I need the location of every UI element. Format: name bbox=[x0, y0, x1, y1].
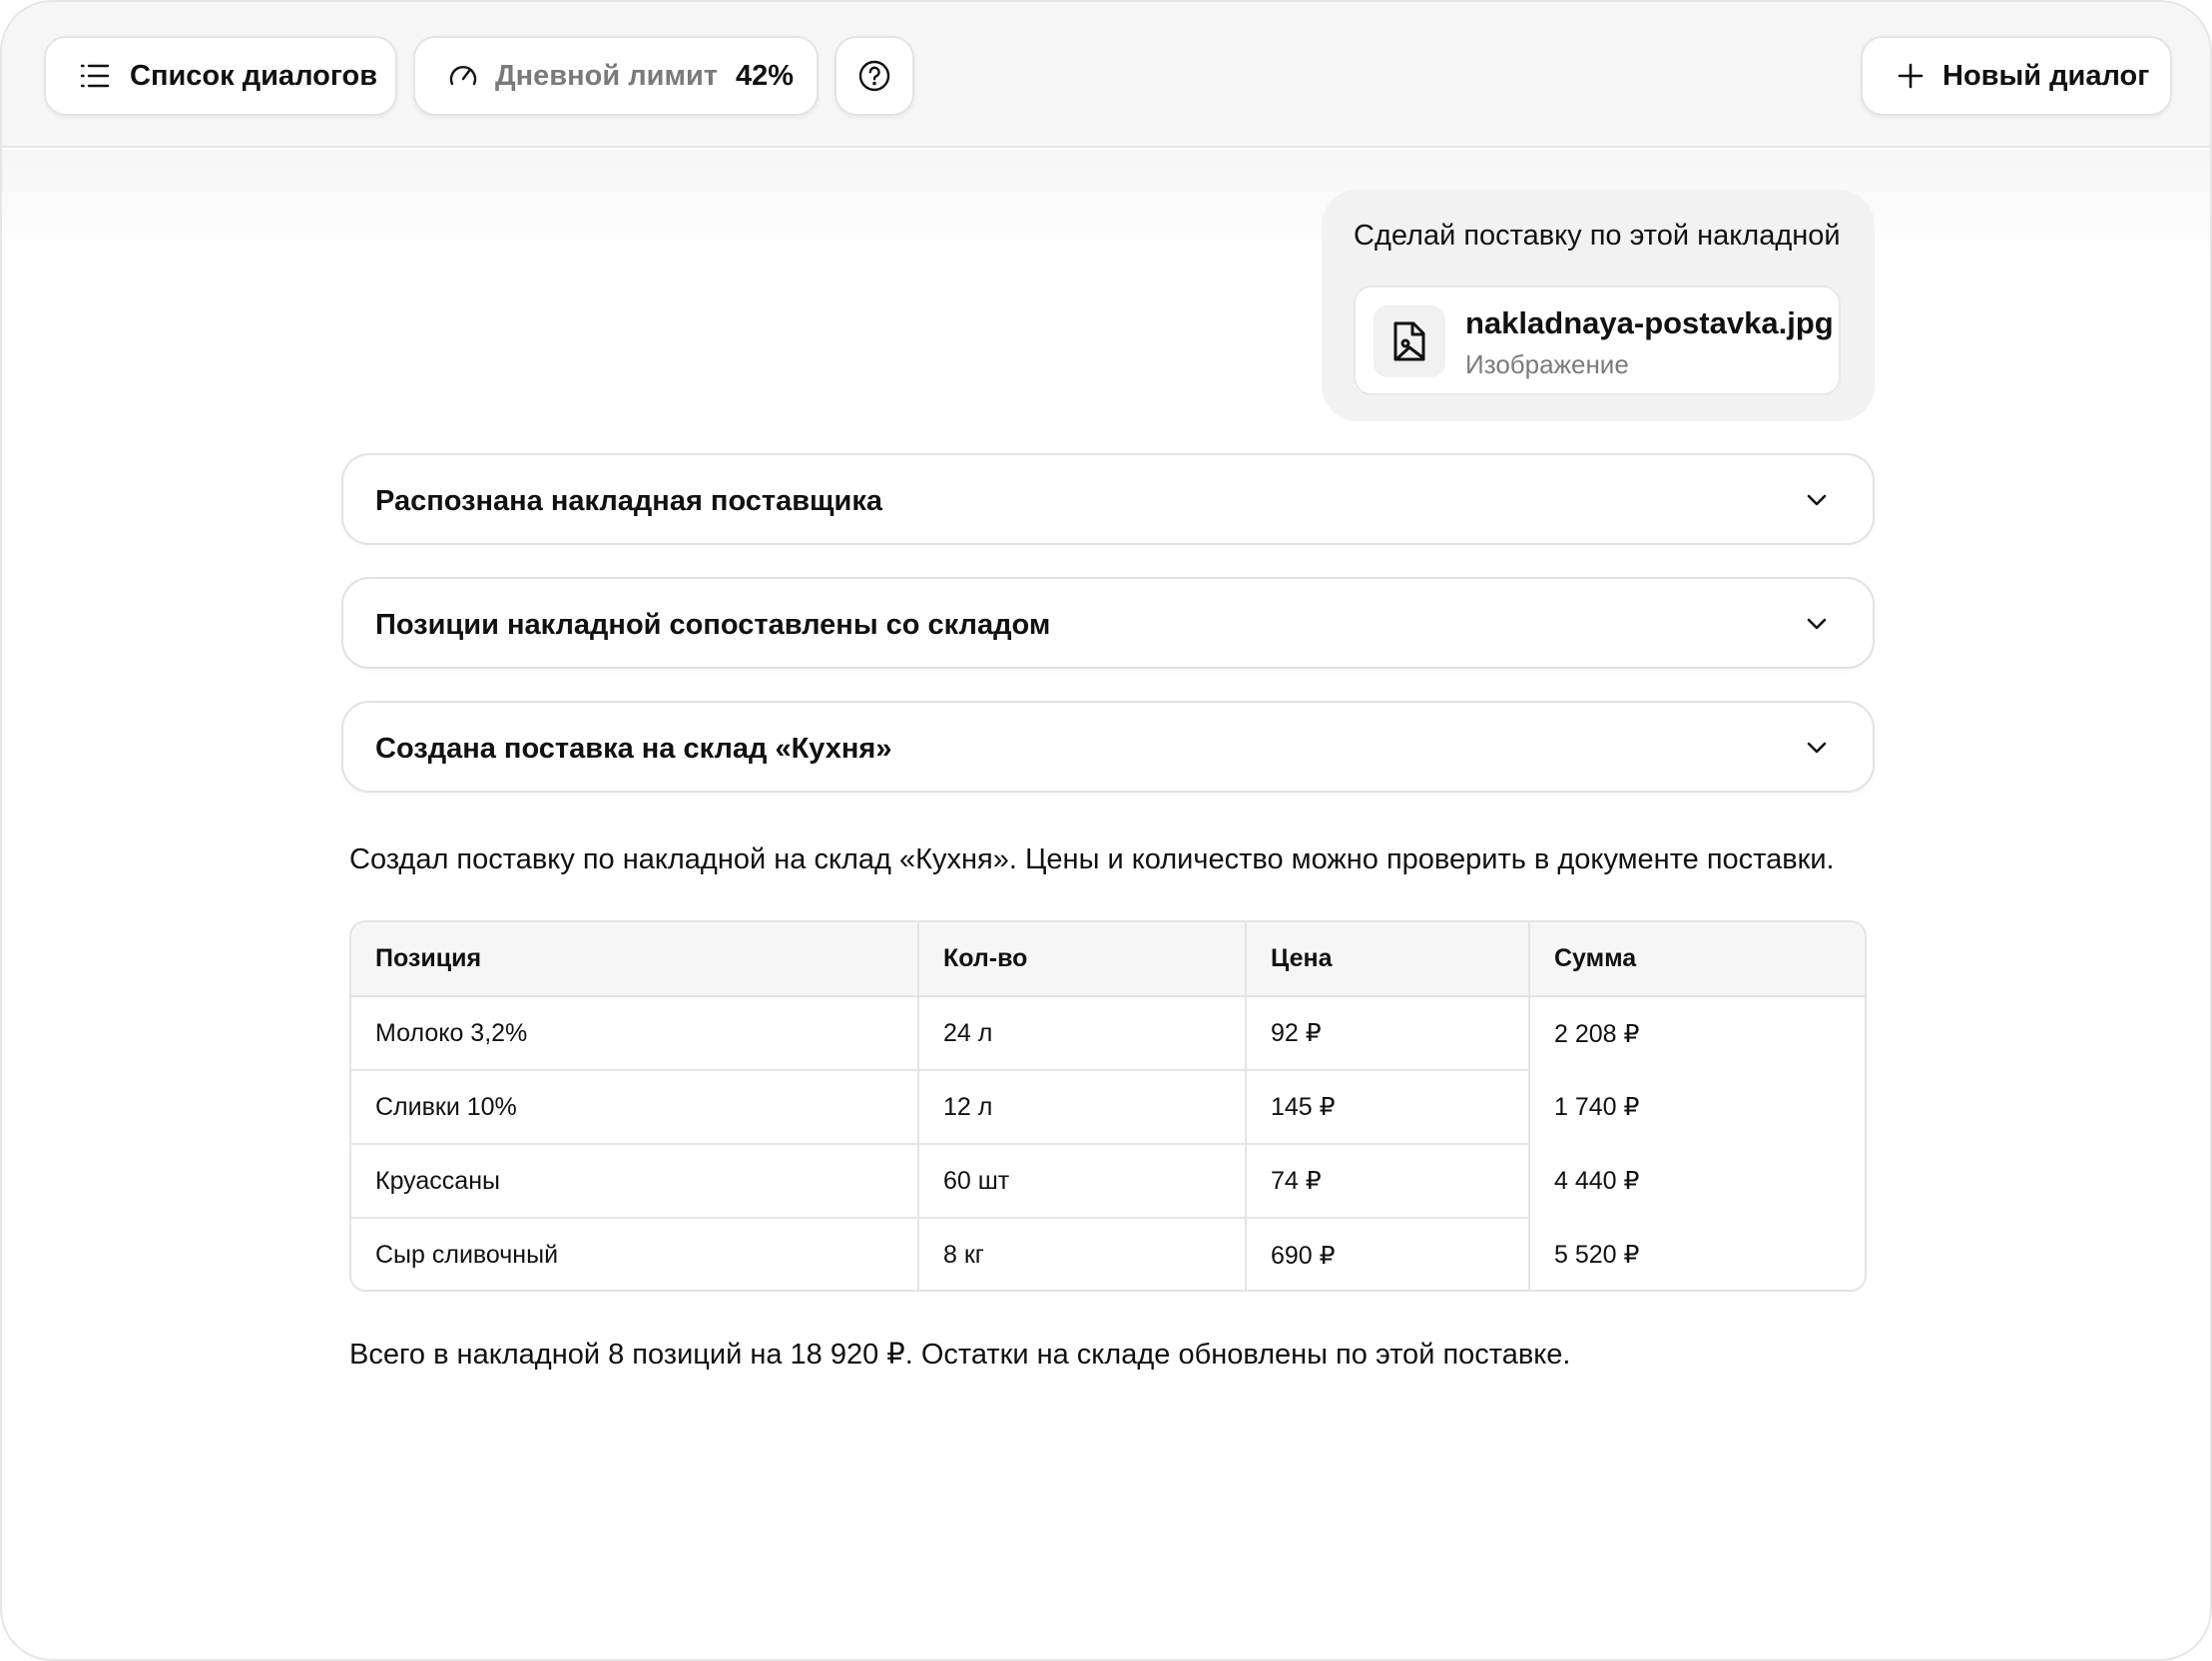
help-button[interactable] bbox=[834, 36, 914, 116]
column-header-item: Позиция bbox=[351, 922, 919, 997]
cell-item: Круассаны bbox=[351, 1144, 919, 1219]
cell-quantity: 12 л bbox=[918, 1070, 1247, 1145]
table-row: Сыр сливочный 8 кг 690 ₽ 5 520 ₽ bbox=[351, 1218, 1865, 1290]
table-row: Круассаны 60 шт 74 ₽ 4 440 ₽ bbox=[351, 1144, 1865, 1219]
user-message: Сделай поставку по этой накладной naklad… bbox=[1322, 190, 1875, 421]
chevron-down-icon bbox=[1807, 618, 1827, 630]
daily-limit-value: 42% bbox=[735, 59, 795, 92]
attachment-name: nakladnaya-postavka.jpg bbox=[1465, 305, 1834, 340]
attachment-type: Изображение bbox=[1465, 349, 1629, 379]
image-file-icon bbox=[1374, 305, 1445, 377]
user-message-text: Сделай поставку по этой накладной bbox=[1354, 220, 1841, 252]
daily-limit-label: Дневной лимит bbox=[495, 59, 718, 92]
top-bar: Список диалогов Дневной лимит 42% Новый … bbox=[2, 2, 2210, 148]
column-header-quantity: Кол-во bbox=[918, 922, 1247, 997]
cell-sum: 1 740 ₽ bbox=[1554, 1093, 1640, 1121]
table-row: Сливки 10% 12 л 145 ₽ 1 740 ₽ bbox=[351, 1070, 1865, 1145]
cell-sum: 4 440 ₽ bbox=[1554, 1167, 1640, 1195]
step-title: Создана поставка на склад «Кухня» bbox=[375, 733, 892, 765]
step-delivery-created[interactable]: Создана поставка на склад «Кухня» bbox=[341, 701, 1875, 793]
column-header-price: Цена bbox=[1246, 922, 1530, 997]
list-icon bbox=[80, 64, 110, 88]
cell-price: 145 ₽ bbox=[1246, 1070, 1530, 1145]
cell-sum: 2 208 ₽ bbox=[1554, 1019, 1640, 1048]
cell-quantity: 8 кг bbox=[918, 1218, 1247, 1290]
step-items-matched[interactable]: Позиции накладной сопоставлены со складо… bbox=[341, 577, 1875, 669]
chevron-down-icon bbox=[1807, 742, 1827, 754]
cell-price: 92 ₽ bbox=[1246, 996, 1530, 1071]
assistant-summary-text: Всего в накладной 8 позиций на 18 920 ₽.… bbox=[349, 1339, 1571, 1371]
chevron-down-icon bbox=[1807, 494, 1827, 506]
cell-quantity: 24 л bbox=[918, 996, 1247, 1071]
delivery-table: Позиция Кол-во Цена Сумма Молоко 3,2% 24… bbox=[349, 920, 1867, 1292]
cell-quantity: 60 шт bbox=[918, 1144, 1247, 1219]
step-title: Распознана накладная поставщика bbox=[375, 485, 882, 517]
help-circle-icon bbox=[858, 60, 890, 92]
cell-sum: 5 520 ₽ bbox=[1554, 1241, 1640, 1269]
daily-limit-button[interactable]: Дневной лимит 42% bbox=[413, 36, 819, 116]
cell-price: 74 ₽ bbox=[1246, 1144, 1530, 1219]
header-fade bbox=[2, 150, 2210, 260]
cell-item: Сливки 10% bbox=[351, 1070, 919, 1145]
cell-item: Сыр сливочный bbox=[351, 1218, 919, 1290]
step-title: Позиции накладной сопоставлены со складо… bbox=[375, 609, 1051, 641]
dialogs-list-label: Список диалогов bbox=[130, 59, 378, 92]
attachment-card[interactable]: nakladnaya-postavka.jpg Изображение bbox=[1354, 285, 1841, 395]
table-header-row: Позиция Кол-во Цена Сумма bbox=[351, 922, 1865, 997]
cell-price: 690 ₽ bbox=[1246, 1218, 1530, 1290]
column-header-sum: Сумма bbox=[1529, 922, 1865, 997]
app-window: Список диалогов Дневной лимит 42% Новый … bbox=[0, 0, 2212, 1661]
cell-item: Молоко 3,2% bbox=[351, 996, 919, 1071]
new-dialog-label: Новый диалог bbox=[1942, 59, 2150, 92]
assistant-intro-text: Создал поставку по накладной на склад «К… bbox=[349, 843, 1835, 875]
plus-icon bbox=[1898, 63, 1924, 89]
dialogs-list-button[interactable]: Список диалогов bbox=[44, 36, 397, 116]
gauge-icon bbox=[449, 66, 477, 86]
step-invoice-recognized[interactable]: Распознана накладная поставщика bbox=[341, 453, 1875, 545]
table-row: Молоко 3,2% 24 л 92 ₽ 2 208 ₽ bbox=[351, 996, 1865, 1071]
new-dialog-button[interactable]: Новый диалог bbox=[1861, 36, 2172, 116]
